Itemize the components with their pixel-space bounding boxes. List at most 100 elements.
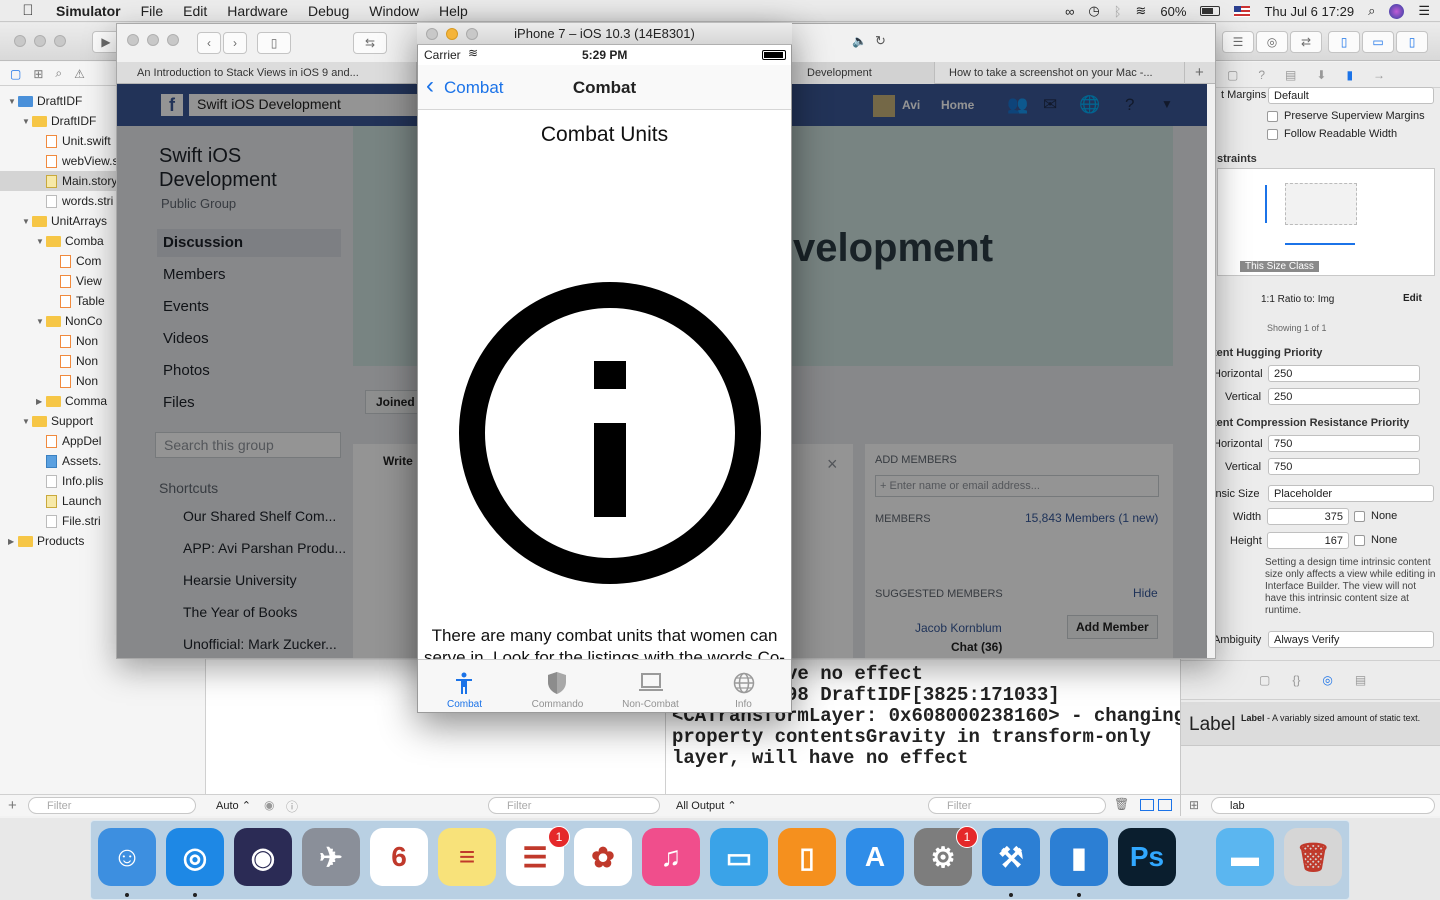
dock-finder-icon[interactable]: ☺	[98, 828, 156, 886]
disclosure-closed-icon[interactable]: ▶	[8, 537, 18, 546]
navigator-toggle-icon[interactable]: ▯	[1328, 31, 1360, 53]
dock-ibooks-icon[interactable]: ▯	[778, 828, 836, 886]
dock-simulator-icon[interactable]: ▮	[1050, 828, 1108, 886]
tab-combat[interactable]: Combat	[418, 660, 511, 713]
disclosure-open-icon[interactable]: ▼	[8, 97, 18, 106]
tab-development[interactable]: Development	[787, 62, 935, 84]
library-filter-input[interactable]: lab	[1211, 797, 1435, 814]
width-constraint[interactable]	[1285, 243, 1355, 245]
hug-horizontal-field[interactable]: 250	[1268, 365, 1420, 382]
identity-inspector-icon[interactable]: ▤	[1285, 68, 1296, 82]
forward-icon[interactable]: ›	[223, 32, 247, 54]
window-minimize-button[interactable]	[34, 35, 46, 47]
dock-safari-icon[interactable]: ◎	[166, 828, 224, 886]
version-editor-icon[interactable]: ⇄	[1290, 31, 1322, 53]
window-zoom-button[interactable]	[466, 28, 478, 40]
tab-noncombat[interactable]: Non-Combat	[604, 660, 697, 713]
window-zoom-button[interactable]	[167, 34, 179, 46]
height-constraint[interactable]	[1265, 185, 1267, 223]
disclosure-open-icon[interactable]: ▼	[36, 237, 46, 246]
siri-icon[interactable]	[1389, 3, 1405, 19]
audio-icon[interactable]: 🔈	[852, 34, 867, 48]
dock-launchpad-icon[interactable]: ✈	[302, 828, 360, 886]
disclosure-open-icon[interactable]: ▼	[22, 217, 32, 226]
ambiguity-popup[interactable]: Always Verify	[1268, 631, 1434, 648]
margins-popup[interactable]: Default	[1268, 87, 1434, 104]
add-icon[interactable]: +	[8, 797, 17, 814]
grid-view-icon[interactable]: ⊞	[1189, 798, 1199, 812]
dock-keynote-icon[interactable]: ▭	[710, 828, 768, 886]
menu-file[interactable]: File	[141, 3, 164, 19]
dock-app-store-icon[interactable]: A	[846, 828, 904, 886]
ratio-constraint[interactable]: 1:1 Ratio to: Img	[1261, 294, 1334, 305]
split-left-icon[interactable]	[1140, 799, 1154, 811]
tab-screenshot[interactable]: How to take a screenshot on your Mac -..…	[929, 62, 1185, 84]
assistant-editor-icon[interactable]: ◎	[1256, 31, 1288, 53]
project-navigator-icon[interactable]: ▢	[10, 67, 21, 81]
info-icon[interactable]: ⓘ	[286, 798, 298, 815]
dock-calendar-icon[interactable]: 6	[370, 828, 428, 886]
console-filter-input[interactable]: Filter	[928, 797, 1106, 814]
tab-commando[interactable]: Commando	[511, 660, 604, 713]
reload-icon[interactable]: ↻	[875, 33, 886, 49]
object-library-icon[interactable]: ◎	[1322, 673, 1332, 687]
eye-icon[interactable]: ◉	[264, 798, 274, 812]
wifi-icon[interactable]: ≋	[1136, 3, 1147, 19]
split-right-icon[interactable]	[1158, 799, 1172, 811]
dock-photos-icon[interactable]: ✿	[574, 828, 632, 886]
disclosure-open-icon[interactable]: ▼	[22, 117, 32, 126]
sync-icon[interactable]: ⇆	[353, 32, 387, 54]
trash-icon[interactable]: 🗑	[1114, 797, 1129, 811]
window-close-button[interactable]	[127, 34, 139, 46]
size-inspector-icon[interactable]: ▮	[1346, 68, 1353, 82]
bluetooth-icon[interactable]: ᛒ	[1114, 4, 1122, 19]
battery-percent[interactable]: 60%	[1160, 4, 1186, 19]
readable-width-checkbox[interactable]: Follow Readable Width	[1267, 128, 1397, 140]
tab-stack-views[interactable]: An Introduction to Stack Views in iOS 9 …	[117, 62, 417, 84]
menu-debug[interactable]: Debug	[308, 3, 349, 19]
navigator-filter-input[interactable]: Filter	[28, 797, 196, 814]
menu-app-name[interactable]: Simulator	[56, 3, 121, 19]
dock-xcode-icon[interactable]: ⚒	[982, 828, 1040, 886]
width-field[interactable]: 375	[1267, 508, 1349, 525]
preserve-margins-checkbox[interactable]: Preserve Superview Margins	[1267, 110, 1425, 122]
library-item-label[interactable]: Label Label - A variably sized amount of…	[1181, 702, 1440, 746]
dock-siri-icon[interactable]: ◉	[234, 828, 292, 886]
window-minimize-button[interactable]	[147, 34, 159, 46]
dock-photoshop-icon[interactable]: Ps	[1118, 828, 1176, 886]
file-template-icon[interactable]: ▢	[1259, 673, 1270, 687]
hug-vertical-field[interactable]: 250	[1268, 388, 1420, 405]
disclosure-open-icon[interactable]: ▼	[22, 417, 32, 426]
window-close-button[interactable]	[426, 28, 438, 40]
height-none-checkbox[interactable]: None	[1354, 534, 1397, 546]
comp-horizontal-field[interactable]: 750	[1268, 435, 1420, 452]
disclosure-open-icon[interactable]: ▼	[36, 317, 46, 326]
back-icon[interactable]: ‹	[197, 32, 221, 54]
file-inspector-icon[interactable]: ▢	[1227, 68, 1238, 82]
dock-trash-icon[interactable]: 🗑	[1284, 828, 1342, 886]
menu-window[interactable]: Window	[369, 3, 419, 19]
menu-edit[interactable]: Edit	[183, 3, 207, 19]
tab-info[interactable]: Info	[697, 660, 790, 713]
media-library-icon[interactable]: ▤	[1355, 673, 1366, 687]
all-output-menu[interactable]: All Output ⌃	[676, 799, 737, 812]
connections-inspector-icon[interactable]: →	[1373, 68, 1385, 82]
creative-cloud-icon[interactable]: ∞	[1065, 4, 1074, 19]
flag-icon[interactable]	[1234, 5, 1251, 17]
time-machine-icon[interactable]: ◷	[1088, 3, 1099, 19]
window-close-button[interactable]	[14, 35, 26, 47]
edit-button[interactable]: Edit	[1403, 293, 1422, 304]
new-tab-icon[interactable]: +	[1195, 64, 1204, 81]
spotlight-icon[interactable]: ⌕	[1368, 3, 1375, 19]
notification-center-icon[interactable]: ☰	[1418, 3, 1430, 19]
attributes-inspector-icon[interactable]: ⬇	[1316, 68, 1326, 82]
dock-notes-icon[interactable]: ≡	[438, 828, 496, 886]
symbol-navigator-icon[interactable]: ⊞	[33, 67, 43, 81]
standard-editor-icon[interactable]: ☰	[1222, 31, 1254, 53]
disclosure-closed-icon[interactable]: ▶	[36, 397, 46, 406]
code-snippet-icon[interactable]: {}	[1292, 673, 1300, 687]
help-inspector-icon[interactable]: ?	[1258, 68, 1265, 82]
intrinsic-popup[interactable]: Placeholder	[1268, 485, 1434, 502]
utilities-toggle-icon[interactable]: ▯	[1396, 31, 1428, 53]
menu-hardware[interactable]: Hardware	[227, 3, 288, 19]
